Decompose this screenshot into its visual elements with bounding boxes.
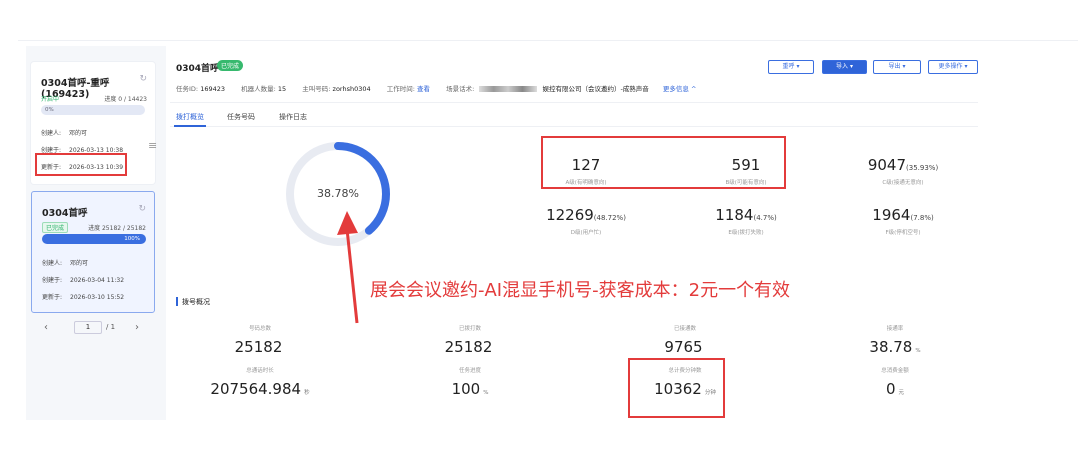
refresh-icon[interactable]: ↻	[138, 204, 146, 214]
overview-stat-value: 100%	[451, 380, 489, 398]
import-button[interactable]: 导入 ▾	[822, 60, 867, 74]
highlight-box-ab	[541, 136, 786, 189]
task-status-badge: 已完成	[42, 222, 69, 233]
export-button[interactable]: 导出 ▾	[873, 60, 921, 74]
task-progress-bar: 0%	[41, 105, 145, 115]
scene-value: 娱控有限公司（会议邀约）-成熟声音	[542, 85, 649, 93]
caller-value: zorhsh0304	[332, 85, 371, 93]
robots-value: 15	[277, 85, 287, 93]
active-tab-indicator	[174, 125, 206, 127]
created-row: 创建于: 2026-03-04 11:32	[42, 277, 125, 284]
more-info-link[interactable]: 更多信息 ^	[663, 85, 697, 93]
overview-stat-label: 已拨打数	[458, 326, 481, 332]
task-progress-text: 进度 25182 / 25182	[88, 225, 146, 232]
tab-operation-log[interactable]: 操作日志	[279, 112, 307, 122]
section-title: 拨号概况	[182, 298, 210, 306]
pager-page-input[interactable]: 1	[74, 321, 102, 334]
task-card-title: 0304首呼	[42, 208, 88, 219]
caller-label: 主叫号码:	[302, 85, 331, 93]
intent-stat-value: 1964(7.8%)	[872, 206, 934, 224]
intent-stat-label: D级(用户忙)	[570, 230, 602, 236]
robots-label: 机器人数量:	[241, 85, 276, 93]
annotation-text: 展会会议邀约-AI混显手机号-获客成本：2元一个有效	[370, 280, 791, 301]
refresh-icon[interactable]: ↻	[139, 74, 147, 84]
donut-value: 38.78%	[317, 187, 359, 200]
annotation-arrow	[337, 211, 359, 324]
task-progress-bar: 100%	[42, 234, 146, 244]
worktime-label: 工作时间:	[386, 85, 415, 93]
tabs-divider	[170, 126, 978, 127]
pager-prev-button[interactable]: ‹	[44, 322, 48, 333]
menu-icon[interactable]: ≡	[148, 139, 157, 152]
intent-stat-value: 1184(4.7%)	[715, 206, 777, 224]
intent-stat-label: F级(停机空号)	[885, 230, 921, 236]
progress-bar-label: 0%	[45, 107, 54, 113]
tab-task-numbers[interactable]: 任务号码	[227, 112, 255, 122]
pager-total: / 1	[106, 323, 116, 331]
task-status: 开启中	[41, 96, 60, 103]
overview-stat-value: 207564.984 秒	[210, 380, 310, 398]
intent-stat-value: 12269(48.72%)	[546, 206, 626, 224]
overview-stat-value: 0元	[885, 380, 905, 398]
pager-next-button[interactable]: ›	[135, 322, 139, 333]
status-badge: 已完成	[217, 60, 244, 71]
more-actions-button[interactable]: 更多操作 ▾	[928, 60, 978, 74]
overview-stat-value: 25182	[234, 338, 283, 356]
section-marker	[176, 297, 178, 306]
overview-stat-label: 接通率	[886, 326, 904, 332]
intent-stat-label: E级(拨打失败)	[728, 230, 764, 236]
blurred-text	[479, 86, 538, 92]
highlight-box-updated	[35, 153, 127, 176]
task-progress-text: 进度 0 / 14423	[104, 96, 147, 103]
intent-stat-label: C级(接通无意向)	[882, 180, 924, 186]
overview-stat-label: 任务进度	[458, 368, 481, 374]
task-card-selected[interactable]: 0304首呼 ↻ 已完成 进度 25182 / 25182 100% 创建人: 邓…	[31, 191, 155, 313]
highlight-box-billing	[628, 358, 725, 418]
tab-dial-overview[interactable]: 拨打概览	[176, 112, 204, 122]
progress-bar-label: 100%	[42, 234, 146, 244]
overview-stat-label: 总通话时长	[246, 368, 274, 374]
header-meta-row: 任务ID: 169423 机器人数量: 15 主叫号码: zorhsh0304 …	[176, 83, 696, 93]
intent-stat-value: 9047(35.93%)	[867, 156, 939, 174]
overview-stat-value: 9765	[664, 338, 703, 356]
creator-row: 创建人: 邓的可	[41, 130, 88, 137]
header-divider	[170, 102, 978, 103]
page-title: 0304首呼	[176, 64, 220, 74]
scene-label: 场景话术:	[446, 85, 475, 93]
overview-stat-value: 25182	[444, 338, 493, 356]
task-id-value: 169423	[200, 85, 226, 93]
updated-row: 更新于: 2026-03-10 15:52	[42, 294, 125, 301]
overview-stat-label: 号码总数	[248, 326, 271, 332]
overview-stat-label: 总消费金额	[881, 368, 909, 374]
worktime-view-link[interactable]: 查看	[417, 85, 430, 93]
creator-row: 创建人: 邓的可	[42, 260, 89, 267]
overview-stat-value: 38.78%	[869, 338, 921, 356]
overview-stat-label: 已接通数	[673, 326, 696, 332]
task-id-label: 任务ID:	[176, 85, 199, 93]
redial-button[interactable]: 重呼 ▾	[768, 60, 814, 74]
